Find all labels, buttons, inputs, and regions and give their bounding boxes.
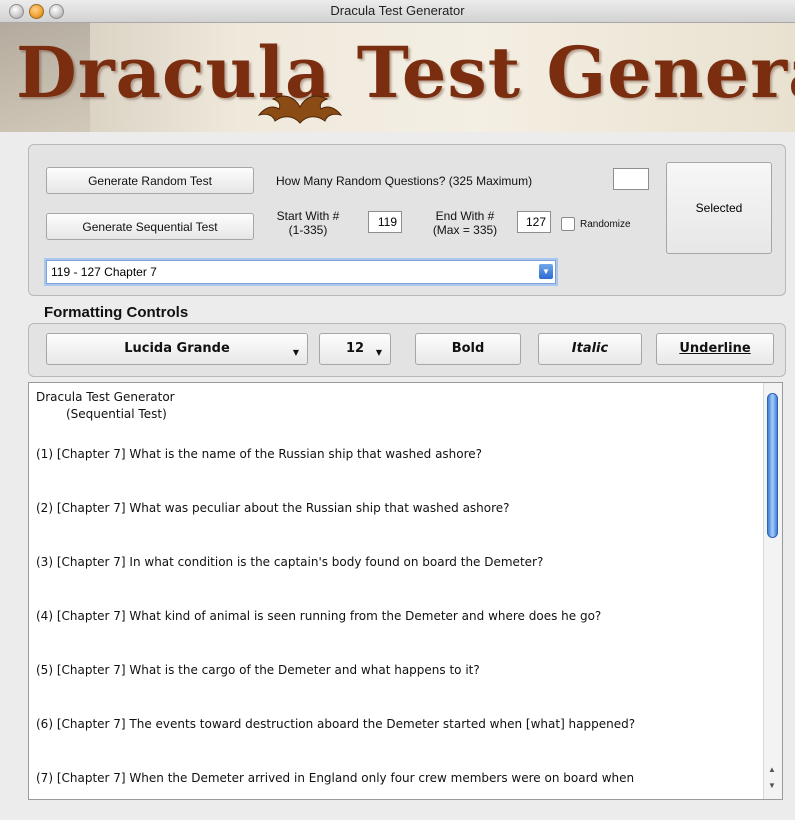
end-with-label-line2: (Max = 335) [432,223,498,237]
chevron-down-icon: ▼ [375,348,382,357]
title-bar: Dracula Test Generator [0,0,795,23]
document-title: Dracula Test Generator [36,390,175,404]
question-line: (3) [Chapter 7] In what condition is the… [36,555,544,569]
underline-button[interactable]: Underline [656,333,774,365]
font-size-select[interactable]: 12 ▼ [319,333,391,365]
generate-random-test-button[interactable]: Generate Random Test [46,167,254,194]
question-line: (1) [Chapter 7] What is the name of the … [36,447,483,461]
question-line: (6) [Chapter 7] The events toward destru… [36,717,636,731]
scroll-down-icon[interactable]: ▼ [768,781,776,790]
font-select[interactable]: Lucida Grande ▼ [46,333,308,365]
random-count-field[interactable] [613,168,649,190]
italic-button[interactable]: Italic [538,333,642,365]
end-number-field[interactable]: 127 [517,211,551,233]
test-controls-panel: Generate Random Test How Many Random Que… [28,144,786,296]
selected-button[interactable]: Selected [666,162,772,254]
test-text-editor[interactable]: Dracula Test Generator (Sequential Test)… [28,382,783,800]
start-with-label-line2: (1-335) [288,223,328,237]
random-questions-label: How Many Random Questions? (325 Maximum) [276,174,533,188]
chevron-down-icon[interactable]: ▼ [539,264,553,279]
start-with-label-line1: Start With # [276,209,340,223]
chapter-select-value: 119 - 127 Chapter 7 [51,265,157,279]
end-with-label: End With # (Max = 335) [421,209,509,237]
app-window: Dracula Test Generator Dracula Test Gene… [0,0,795,820]
window-title: Dracula Test Generator [330,3,465,18]
bat-icon [257,95,343,124]
chapter-select[interactable]: 119 - 127 Chapter 7 ▼ [46,260,556,284]
question-line: (5) [Chapter 7] What is the cargo of the… [36,663,480,677]
question-line: (2) [Chapter 7] What was peculiar about … [36,501,510,515]
document-subtitle: (Sequential Test) [66,407,167,421]
randomize-label: Randomize [580,219,631,230]
generate-sequential-test-button[interactable]: Generate Sequential Test [46,213,254,240]
scroll-up-icon[interactable]: ▲ [768,765,776,774]
font-select-value: Lucida Grande [124,341,230,356]
question-line: (4) [Chapter 7] What kind of animal is s… [36,609,602,623]
question-line: (7) [Chapter 7] When the Demeter arrived… [36,771,635,785]
start-number-field[interactable]: 119 [368,211,402,233]
banner-title: Dracula Test Generator [16,31,795,114]
chevron-down-icon: ▼ [292,348,299,357]
start-with-label: Start With # (1-335) [268,209,348,237]
end-with-label-line1: End With # [435,209,495,223]
scrollbar-thumb[interactable] [767,393,778,538]
formatting-controls-panel: Lucida Grande ▼ 12 ▼ Bold Italic Underli… [28,323,786,377]
banner: Dracula Test Generator [0,23,795,132]
vertical-scrollbar[interactable]: ▲ ▼ [763,383,782,799]
font-size-value: 12 [345,341,365,356]
formatting-controls-heading: Formatting Controls [44,304,189,321]
bold-button[interactable]: Bold [415,333,521,365]
randomize-checkbox[interactable] [561,217,575,231]
